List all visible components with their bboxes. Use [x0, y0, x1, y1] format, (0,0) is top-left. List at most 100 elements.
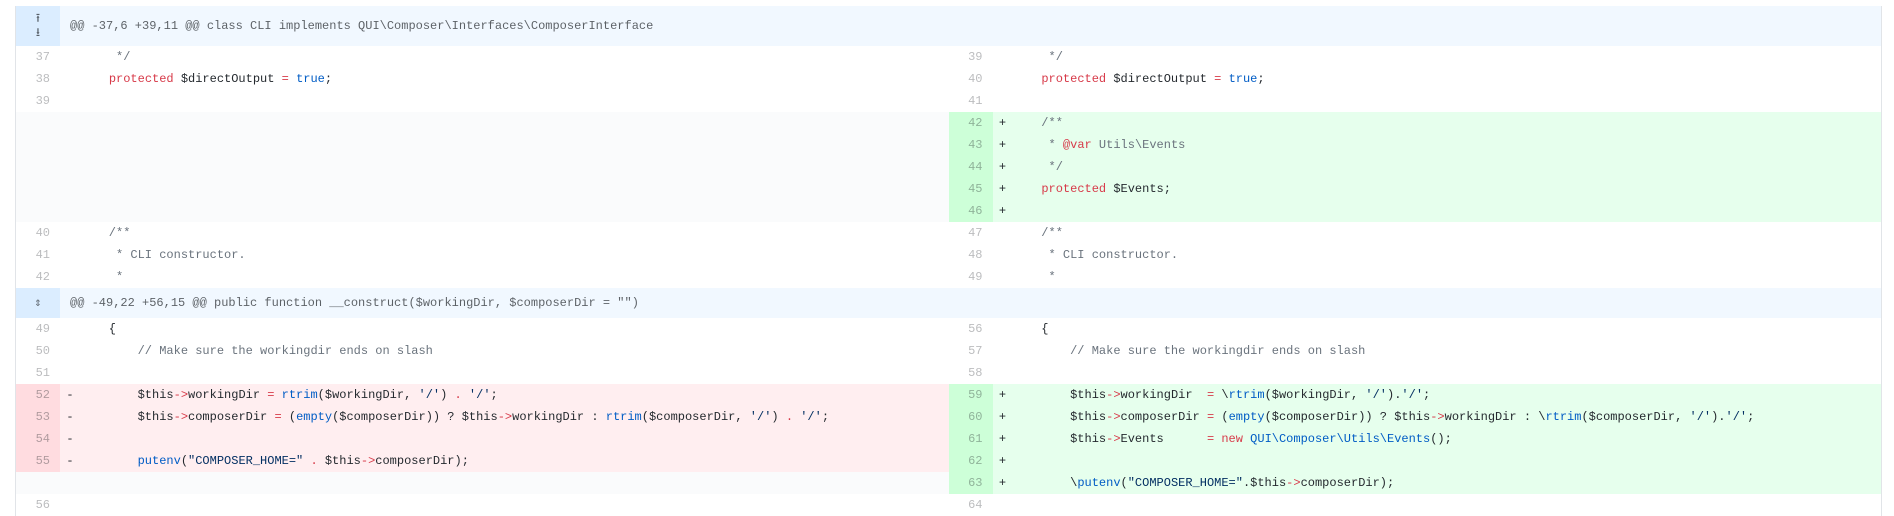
line-number[interactable]: 44 — [948, 156, 993, 178]
line-number[interactable]: 62 — [948, 450, 993, 472]
line-number[interactable]: 42 — [948, 112, 993, 134]
line-number[interactable]: 37 — [16, 46, 60, 68]
diff-marker — [993, 340, 1013, 362]
left-diff-cell: 53- $this->composerDir = (empty($compose… — [16, 406, 949, 428]
left-diff-cell: 51 — [16, 362, 949, 384]
code-line: /** — [1012, 226, 1063, 240]
right-diff-cell: 41 — [949, 90, 1882, 112]
line-number[interactable]: 40 — [16, 222, 60, 244]
line-number[interactable]: 46 — [948, 200, 993, 222]
line-number[interactable] — [16, 112, 60, 134]
diff-marker — [60, 178, 80, 200]
line-number[interactable]: 43 — [948, 134, 993, 156]
diff-marker — [60, 244, 80, 266]
left-diff-cell: 55- putenv("COMPOSER_HOME=" . $this->com… — [16, 450, 949, 472]
code-line: $this->Events = new QUI\Composer\Utils\E… — [1012, 432, 1452, 446]
line-number[interactable]: 59 — [948, 384, 993, 406]
left-diff-cell — [16, 472, 949, 494]
line-number[interactable]: 57 — [949, 340, 993, 362]
diff-marker: + — [998, 138, 1007, 152]
line-number[interactable]: 63 — [948, 472, 993, 494]
diff-marker: + — [998, 388, 1007, 402]
diff-marker — [993, 90, 1013, 112]
left-diff-cell: 40 /** — [16, 222, 949, 244]
line-number[interactable]: 56 — [16, 494, 60, 516]
diff-marker — [60, 318, 80, 340]
left-diff-cell: 38 protected $directOutput = true; — [16, 68, 949, 90]
code-line: * CLI constructor. — [80, 248, 246, 262]
diff-row: 42 + /** — [16, 112, 1881, 134]
diff-row: 55- putenv("COMPOSER_HOME=" . $this->com… — [16, 450, 1881, 472]
line-number[interactable] — [16, 134, 60, 156]
expand-hunk-button[interactable]: ⇕ — [16, 288, 60, 318]
line-number[interactable] — [16, 200, 60, 222]
line-number[interactable]: 40 — [949, 68, 993, 90]
line-number[interactable]: 56 — [949, 318, 993, 340]
right-diff-cell: 63 + \putenv("COMPOSER_HOME=".$this->comp… — [948, 472, 1881, 494]
line-number[interactable]: 61 — [948, 428, 993, 450]
diff-marker — [993, 266, 1013, 288]
line-number[interactable] — [16, 472, 60, 494]
line-number[interactable]: 45 — [948, 178, 993, 200]
diff-row: 42 * 49 * — [16, 266, 1881, 288]
line-number[interactable]: 41 — [949, 90, 993, 112]
right-diff-cell: 56 { — [949, 318, 1882, 340]
code-line: { — [1012, 322, 1049, 336]
line-number[interactable]: 64 — [949, 494, 993, 516]
line-number[interactable]: 38 — [16, 68, 60, 90]
diff-row: 50 // Make sure the workingdir ends on s… — [16, 340, 1881, 362]
line-number[interactable]: 41 — [16, 244, 60, 266]
diff-row: 53- $this->composerDir = (empty($compose… — [16, 406, 1881, 428]
fold-up-icon[interactable]: ⭱ — [36, 12, 40, 26]
diff-row: 37 */39 */ — [16, 46, 1881, 68]
line-number[interactable]: 52 — [16, 384, 60, 406]
code-line: * @var Utils\Events — [1012, 138, 1186, 152]
diff-marker — [60, 362, 80, 384]
line-number[interactable]: 53 — [16, 406, 60, 428]
diff-marker: + — [998, 432, 1007, 446]
hunk-1-rows: 37 */39 */38 protected $directOutput = t… — [16, 46, 1881, 288]
line-number[interactable]: 58 — [949, 362, 993, 384]
diff-row: 41 * CLI constructor. 48 * CLI constructo… — [16, 244, 1881, 266]
line-number[interactable]: 54 — [16, 428, 60, 450]
line-number[interactable]: 47 — [949, 222, 993, 244]
line-number[interactable]: 39 — [949, 46, 993, 68]
fold-down-icon[interactable]: ⭳ — [36, 26, 40, 40]
expand-hunk-button[interactable]: ⭱ ⭳ — [16, 6, 60, 46]
unfold-icon[interactable]: ⇕ — [34, 296, 41, 310]
left-diff-cell — [16, 200, 949, 222]
diff-marker — [60, 494, 80, 516]
right-diff-cell: 62 + — [948, 450, 1881, 472]
left-diff-cell: 41 * CLI constructor. — [16, 244, 949, 266]
hunk-2-rows: 49 {56 {50 // Make sure the workingdir e… — [16, 318, 1881, 516]
code-line: * — [1012, 270, 1056, 284]
diff-row: 56 64 — [16, 494, 1881, 516]
line-number[interactable]: 49 — [949, 266, 993, 288]
line-number[interactable]: 48 — [949, 244, 993, 266]
line-number[interactable] — [16, 156, 60, 178]
diff-row: 63 + \putenv("COMPOSER_HOME=".$this->comp… — [16, 472, 1881, 494]
diff-row: 38 protected $directOutput = true; 40 pro… — [16, 68, 1881, 90]
line-number[interactable]: 49 — [16, 318, 60, 340]
left-diff-cell — [16, 178, 949, 200]
line-number[interactable]: 50 — [16, 340, 60, 362]
diff-marker — [993, 244, 1013, 266]
diff-row: 40 /** 47 /** — [16, 222, 1881, 244]
line-number[interactable]: 51 — [16, 362, 60, 384]
line-number[interactable] — [16, 178, 60, 200]
line-number[interactable]: 39 — [16, 90, 60, 112]
line-number[interactable]: 42 — [16, 266, 60, 288]
diff-marker — [60, 46, 80, 68]
line-number[interactable]: 55 — [16, 450, 60, 472]
left-diff-cell: 50 // Make sure the workingdir ends on s… — [16, 340, 949, 362]
diff-row: 54-61 + $this->Events = new QUI\Composer\… — [16, 428, 1881, 450]
line-number[interactable]: 60 — [948, 406, 993, 428]
code-line: $this->composerDir = (empty($composerDir… — [80, 410, 830, 424]
